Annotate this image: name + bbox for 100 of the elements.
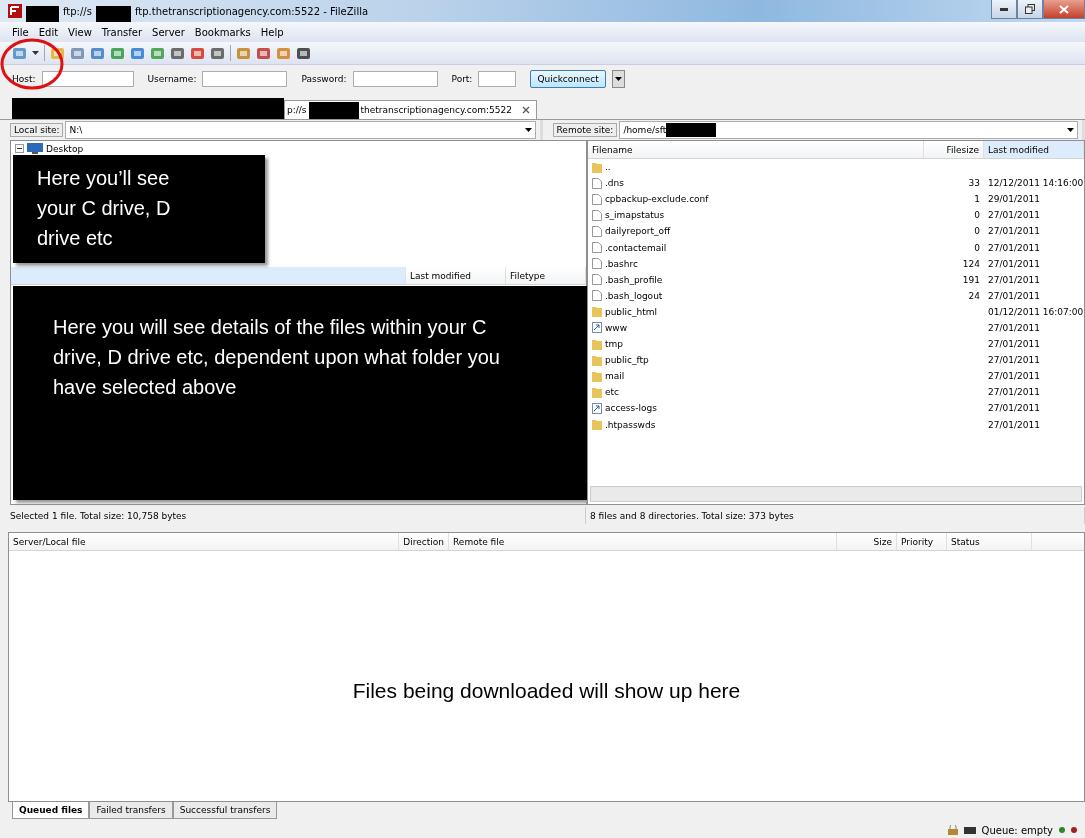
file-size: 1 bbox=[974, 194, 980, 205]
menu-item[interactable]: Bookmarks bbox=[194, 26, 251, 38]
close-icon[interactable] bbox=[522, 106, 530, 114]
connection-tab[interactable]: p://s thetranscriptionagency.com:5522 bbox=[284, 100, 537, 119]
username-label: Username: bbox=[147, 74, 197, 84]
file-name[interactable]: tmp bbox=[604, 339, 623, 350]
file-name[interactable]: dailyreport_off bbox=[604, 226, 671, 237]
caret-icon bbox=[524, 128, 532, 132]
file-name[interactable]: access-logs bbox=[604, 403, 657, 414]
modified-date: 27/01/2011 bbox=[988, 419, 1040, 430]
folder-icon bbox=[591, 370, 602, 382]
file-name[interactable]: public_ftp bbox=[604, 355, 649, 366]
folder-icon bbox=[591, 161, 602, 173]
file-icon bbox=[591, 258, 602, 270]
file-name[interactable]: .bashrc bbox=[604, 258, 638, 269]
queue-tab[interactable]: Failed transfers bbox=[89, 802, 173, 819]
menu-item[interactable]: Server bbox=[152, 26, 185, 38]
local-status-text: Selected 1 file. Total size: 10,758 bytes bbox=[0, 507, 586, 524]
caret-icon[interactable] bbox=[32, 51, 39, 55]
modified-date: 27/01/2011 bbox=[988, 210, 1040, 221]
file-name[interactable]: etc bbox=[604, 387, 619, 398]
window-title: ftp://s bbox=[63, 5, 92, 17]
file-name[interactable]: .dns bbox=[604, 178, 624, 189]
horizontal-scrollbar[interactable] bbox=[589, 486, 1082, 502]
queue-status: Queue: empty bbox=[981, 824, 1053, 836]
column-header[interactable]: Server/Local file bbox=[9, 533, 399, 550]
queue-message: Files being downloaded will show up here bbox=[352, 679, 741, 703]
column-header[interactable]: Filename bbox=[587, 141, 924, 158]
file-icon bbox=[591, 209, 602, 221]
modified-date: 27/01/2011 bbox=[988, 290, 1040, 301]
queue-tab[interactable]: Successful transfers bbox=[172, 802, 278, 819]
modified-date: 27/01/2011 bbox=[988, 403, 1040, 414]
redaction-block bbox=[308, 101, 359, 119]
column-header[interactable]: Filetype bbox=[505, 267, 586, 284]
folder-icon bbox=[591, 386, 602, 398]
file-icon bbox=[591, 177, 602, 189]
minimize-icon bbox=[1000, 7, 1008, 11]
remote-path-field[interactable]: /home/sft bbox=[619, 121, 1078, 139]
modified-date: 27/01/2011 bbox=[988, 242, 1040, 253]
file-name[interactable]: .. bbox=[604, 162, 611, 173]
file-name[interactable]: s_imapstatus bbox=[604, 210, 665, 221]
column-header[interactable]: Direction bbox=[399, 533, 449, 550]
caret-icon bbox=[614, 77, 622, 81]
column-header[interactable]: Size bbox=[837, 533, 897, 550]
file-name[interactable]: .htpasswds bbox=[604, 419, 656, 430]
annotation-callout: Here you will see details of the files within your C drive, D drive etc, dependent upon what folder you have selected above bbox=[13, 286, 587, 500]
file-name[interactable]: .contactemail bbox=[604, 242, 667, 253]
password-label: Password: bbox=[301, 74, 347, 84]
file-name[interactable]: .bash_profile bbox=[604, 274, 663, 285]
file-size: 0 bbox=[974, 242, 980, 253]
minimize-button[interactable] bbox=[991, 0, 1017, 19]
remote-status-text: 8 files and 8 directories. Total size: 373 bytes bbox=[586, 507, 1085, 524]
column-header[interactable]: Priority bbox=[897, 533, 947, 550]
menu-item[interactable]: Help bbox=[260, 26, 284, 38]
folder-icon bbox=[591, 354, 602, 366]
file-name[interactable]: www bbox=[604, 323, 627, 333]
host-field[interactable] bbox=[41, 71, 134, 87]
modified-date: 27/01/2011 bbox=[988, 371, 1040, 382]
column-header[interactable]: Status bbox=[947, 533, 1032, 550]
close-icon bbox=[1059, 4, 1069, 14]
dropdown-button[interactable] bbox=[611, 70, 625, 88]
file-icon bbox=[591, 274, 602, 286]
file-size: 191 bbox=[962, 274, 980, 285]
file-size: 33 bbox=[968, 178, 980, 189]
file-icon bbox=[591, 225, 602, 237]
file-name[interactable]: cpbackup-exclude.conf bbox=[604, 194, 709, 205]
remote-site-label: Remote site: bbox=[552, 123, 618, 137]
username-field[interactable] bbox=[202, 71, 288, 87]
highlight-circle bbox=[0, 38, 64, 90]
modified-date: 01/12/2011 16:07:00 bbox=[988, 306, 1084, 317]
app-logo-icon bbox=[8, 4, 22, 18]
shortcut-icon bbox=[591, 402, 602, 414]
file-name[interactable]: public_html bbox=[604, 306, 657, 317]
column-header[interactable]: Last modified bbox=[984, 141, 1084, 158]
file-name[interactable]: mail bbox=[604, 371, 625, 382]
password-field[interactable] bbox=[352, 71, 438, 87]
file-icon bbox=[591, 290, 602, 302]
tab-label: thetranscriptionagency.com:5522 bbox=[360, 105, 512, 115]
menu-item[interactable]: File bbox=[12, 26, 29, 38]
modified-date: 27/01/2011 bbox=[988, 355, 1040, 366]
close-button[interactable] bbox=[1043, 0, 1085, 19]
redaction-block bbox=[95, 6, 131, 22]
menu-item[interactable]: Edit bbox=[38, 26, 59, 38]
annotation-callout: Here you’ll see your C drive, D drive etc bbox=[13, 155, 265, 263]
port-field[interactable] bbox=[478, 71, 517, 87]
local-path-field[interactable]: N:\ bbox=[65, 121, 536, 139]
file-size: 124 bbox=[962, 258, 980, 269]
tree-item[interactable]: Desktop bbox=[46, 143, 84, 154]
column-header[interactable]: Last modified bbox=[405, 267, 506, 284]
menu-item[interactable]: View bbox=[68, 26, 92, 38]
collapse-icon[interactable] bbox=[15, 144, 24, 153]
file-name[interactable]: .bash_logout bbox=[604, 290, 663, 301]
modified-date: 27/01/2011 bbox=[988, 258, 1040, 269]
quickconnect-button[interactable]: Quickconnect bbox=[530, 70, 606, 88]
menu-item[interactable]: Transfer bbox=[101, 26, 143, 38]
shortcut-icon bbox=[591, 322, 602, 334]
tab-label: p://s bbox=[287, 105, 307, 115]
queue-tab[interactable]: Queued files bbox=[12, 802, 90, 819]
column-header[interactable]: Remote file bbox=[449, 533, 837, 550]
restore-button[interactable] bbox=[1017, 0, 1043, 19]
